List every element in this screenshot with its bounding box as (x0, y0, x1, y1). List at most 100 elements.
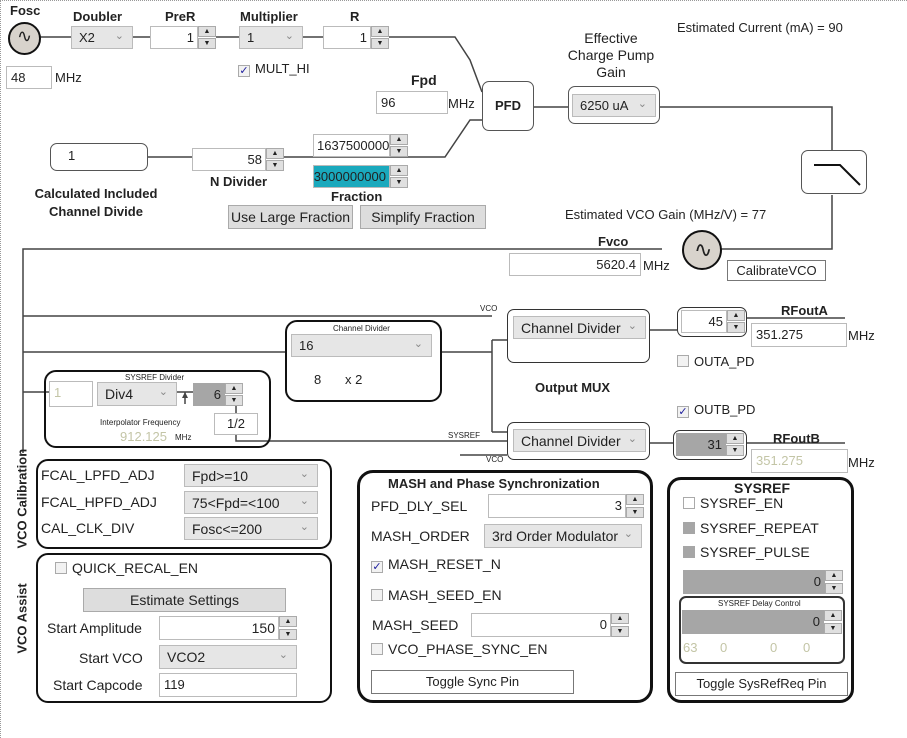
spin-up-icon[interactable]: ▲ (824, 610, 842, 621)
mash-order-select[interactable]: 3rd Order Modulator ⌄ (484, 524, 642, 548)
prer-value[interactable]: 1 (150, 26, 198, 49)
outa-pd-checkbox[interactable]: OUTA_PD (677, 354, 754, 369)
mult-hi-checkbox[interactable]: ✓ MULT_HI (238, 61, 310, 77)
start-vco-select[interactable]: VCO2 ⌄ (159, 645, 297, 669)
fraction-denominator[interactable]: 3000000000 (313, 165, 390, 188)
spin-up-icon[interactable]: ▲ (371, 26, 389, 37)
spin-up-icon[interactable]: ▲ (225, 383, 243, 394)
spin-down-icon[interactable]: ▼ (266, 160, 284, 171)
spin-up-icon[interactable]: ▲ (626, 494, 644, 505)
spin-up-icon[interactable]: ▲ (825, 570, 843, 581)
spin-down-icon[interactable]: ▼ (390, 146, 408, 157)
fpd-input[interactable]: 96 (376, 91, 448, 114)
spin-up-icon[interactable]: ▲ (611, 613, 629, 624)
rfouta-label: RFoutA (781, 303, 828, 318)
sysref-div-spinbox[interactable]: 6 ▲ ▼ (193, 383, 243, 406)
rfouta-freq: 351.275 (751, 323, 847, 347)
spin-down-icon[interactable]: ▼ (611, 626, 629, 637)
sysref-en-checkbox[interactable]: SYSREF_EN (683, 495, 783, 511)
spin-down-icon[interactable]: ▼ (626, 507, 644, 518)
sysref-spin-value[interactable]: 0 (683, 570, 825, 594)
mash-seed-spinbox[interactable]: 0 ▲ ▼ (471, 613, 629, 637)
mux-a-select[interactable]: Channel Divider ⌄ (513, 316, 646, 339)
mux-b-select[interactable]: Channel Divider ⌄ (513, 429, 646, 452)
doubler-select[interactable]: X2 ⌄ (71, 26, 133, 49)
fraction-label: Fraction (331, 189, 383, 204)
interpolator-value: 912.125 (120, 429, 167, 444)
sysref-div-select[interactable]: Div4 ⌄ (97, 382, 177, 406)
spin-up-icon[interactable]: ▲ (390, 134, 408, 145)
sysref-divider-input[interactable]: 1 (49, 381, 93, 407)
spin-up-icon[interactable]: ▲ (198, 26, 216, 37)
spin-down-icon[interactable]: ▼ (824, 623, 842, 634)
rfoutb-power-value[interactable]: 31 (676, 433, 726, 456)
fraction-numerator[interactable]: 1637500000 (313, 134, 390, 157)
sysref-delay-value[interactable]: 0 (682, 610, 824, 634)
prer-spinbox[interactable]: 1 ▲ ▼ (150, 26, 216, 49)
spin-up-icon[interactable]: ▲ (279, 616, 297, 627)
spin-down-icon[interactable]: ▼ (825, 583, 843, 594)
n-divider-spinbox[interactable]: 58 ▲ ▼ (192, 148, 284, 171)
fraction-denominator-spinbox[interactable]: 3000000000 ▲ ▼ (313, 165, 408, 188)
start-amplitude-spinbox[interactable]: 150 ▲ ▼ (159, 616, 297, 640)
rfouta-power-spinbox[interactable]: 45 ▲ ▼ (681, 310, 745, 333)
fpd-label: Fpd (411, 72, 437, 88)
chevron-down-icon: ⌄ (637, 98, 647, 110)
fcal-lpfd-select[interactable]: Fpd>=10 ⌄ (184, 464, 318, 487)
fvco-input[interactable]: 5620.4 (509, 253, 641, 276)
mash-seed-en-checkbox[interactable]: MASH_SEED_EN (371, 587, 502, 603)
checkbox-unchecked-icon (683, 497, 695, 509)
r-value[interactable]: 1 (323, 26, 371, 49)
spin-down-icon[interactable]: ▼ (279, 629, 297, 640)
spin-down-icon[interactable]: ▼ (390, 177, 408, 188)
spin-up-icon[interactable]: ▲ (726, 433, 744, 444)
start-capcode-input[interactable]: 119 (159, 673, 297, 697)
chevron-down-icon: ⌄ (158, 386, 168, 398)
fvco-label: Fvco (598, 234, 629, 249)
fosc-input[interactable]: 48 (6, 66, 52, 89)
pfd-dly-sel-spinbox[interactable]: 3 ▲ ▼ (488, 494, 644, 518)
calibrate-vco-button[interactable]: CalibrateVCO (727, 260, 826, 281)
pfd-dly-sel-value[interactable]: 3 (488, 494, 626, 518)
spin-down-icon[interactable]: ▼ (225, 395, 243, 406)
n-divider-value[interactable]: 58 (192, 148, 266, 171)
spin-down-icon[interactable]: ▼ (198, 38, 216, 49)
r-spinbox[interactable]: 1 ▲ ▼ (323, 26, 389, 49)
mash-seed-value[interactable]: 0 (471, 613, 611, 637)
spin-up-icon[interactable]: ▲ (727, 310, 745, 321)
charge-pump-label: Effective Charge Pump Gain (568, 30, 654, 81)
spin-down-icon[interactable]: ▼ (726, 445, 744, 456)
outb-pd-checkbox[interactable]: ✓ OUTB_PD (677, 402, 755, 418)
simplify-fraction-button[interactable]: Simplify Fraction (360, 205, 486, 229)
toggle-sync-pin-button[interactable]: Toggle Sync Pin (371, 670, 574, 694)
sysref-repeat-checkbox[interactable]: SYSREF_REPEAT (683, 520, 819, 536)
fcal-hpfd-select[interactable]: 75<Fpd=<100 ⌄ (184, 491, 318, 514)
spin-up-icon[interactable]: ▲ (266, 148, 284, 159)
channel-divide-calc-box: 1 (50, 143, 148, 171)
estimate-settings-button[interactable]: Estimate Settings (83, 588, 286, 612)
rfouta-power-value[interactable]: 45 (681, 310, 727, 333)
cal-clk-div-select[interactable]: Fosc<=200 ⌄ (184, 517, 318, 540)
sysref-div-spin-value[interactable]: 6 (193, 383, 225, 406)
fraction-numerator-spinbox[interactable]: 1637500000 ▲ ▼ (313, 134, 408, 157)
channel-divider-select[interactable]: 16 ⌄ (291, 334, 432, 357)
cp-value: 6250 uA (580, 98, 629, 113)
spin-down-icon[interactable]: ▼ (727, 322, 745, 333)
sysref-pulse-checkbox[interactable]: SYSREF_PULSE (683, 544, 810, 560)
checkbox-unchecked-icon (677, 355, 689, 367)
toggle-sysrefreq-pin-button[interactable]: Toggle SysRefReq Pin (675, 672, 848, 696)
spin-down-icon[interactable]: ▼ (371, 38, 389, 49)
quick-recal-checkbox[interactable]: QUICK_RECAL_EN (55, 560, 198, 576)
rfoutb-unit: MHz (848, 455, 875, 470)
vco-phase-sync-checkbox[interactable]: VCO_PHASE_SYNC_EN (371, 641, 548, 657)
multiplier-select[interactable]: 1 ⌄ (239, 26, 303, 49)
sysref-spinbox[interactable]: 0 ▲ ▼ (683, 570, 843, 594)
rfoutb-power-spinbox[interactable]: 31 ▲ ▼ (676, 433, 744, 456)
start-amplitude-value[interactable]: 150 (159, 616, 279, 640)
use-large-fraction-button[interactable]: Use Large Fraction (228, 205, 353, 229)
interpolator-unit: MHz (175, 433, 192, 442)
spin-up-icon[interactable]: ▲ (390, 165, 408, 176)
mash-reset-n-checkbox[interactable]: ✓ MASH_RESET_N (371, 556, 501, 573)
sysref-delay-spinbox[interactable]: 0 ▲ ▼ (682, 610, 842, 634)
charge-pump-select[interactable]: 6250 uA ⌄ (572, 94, 656, 117)
